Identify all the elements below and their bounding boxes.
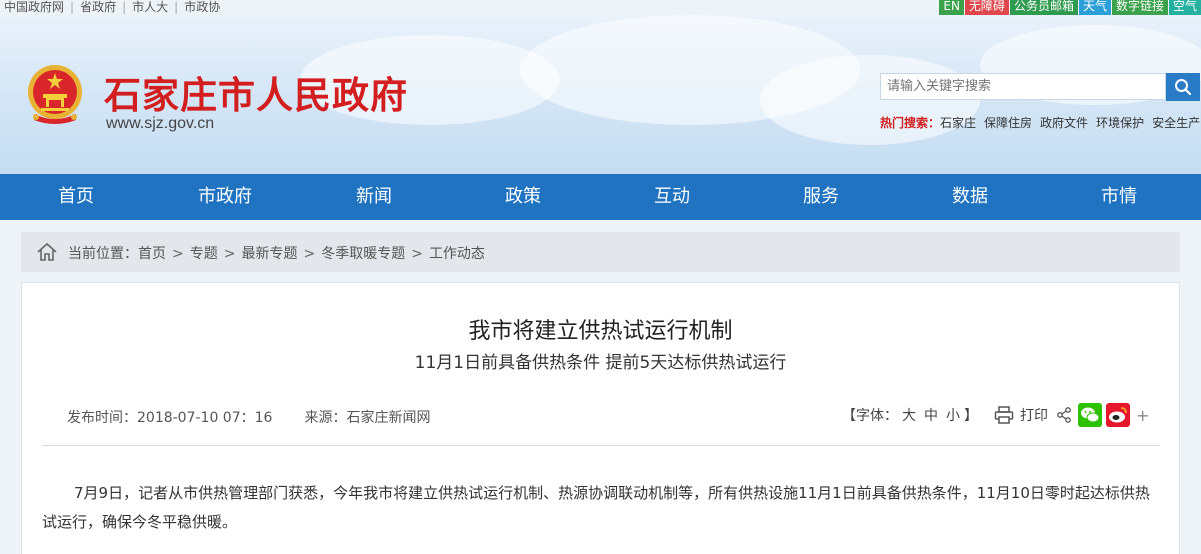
- nav-item-service[interactable]: 服务: [771, 174, 871, 220]
- search-input[interactable]: [881, 74, 1163, 99]
- nav-item-interaction[interactable]: 互动: [622, 174, 722, 220]
- hot-keyword[interactable]: 环境保护: [1096, 116, 1144, 130]
- font-size-label: 【字体：: [842, 408, 898, 424]
- quick-link-weather[interactable]: 天气: [1078, 0, 1111, 16]
- national-emblem-icon: [28, 65, 82, 124]
- breadcrumb: 当前位置：首页 > 专题 > 最新专题 > 冬季取暖专题 > 工作动态: [21, 232, 1180, 272]
- font-size-small[interactable]: 小: [946, 405, 960, 425]
- quick-link-mail[interactable]: 公务员邮箱: [1009, 0, 1078, 16]
- hot-keyword[interactable]: 政府文件: [1040, 116, 1088, 130]
- quick-link-digital[interactable]: 数字链接: [1111, 0, 1168, 16]
- weibo-icon[interactable]: [1106, 403, 1130, 427]
- article-title: 我市将建立供热试运行机制: [468, 319, 733, 344]
- source-value: 石家庄新闻网: [346, 410, 431, 426]
- hot-keyword[interactable]: 石家庄: [940, 116, 976, 130]
- hot-keyword[interactable]: 安全生产: [1152, 116, 1200, 130]
- nav-item-policy[interactable]: 政策: [473, 174, 573, 220]
- wechat-icon[interactable]: [1078, 403, 1102, 427]
- nav-item-data[interactable]: 数据: [920, 174, 1020, 220]
- top-links: 中国政府网 | 省政府 | 市人大 | 市政协: [4, 0, 221, 14]
- site-title[interactable]: 石家庄市人民政府: [104, 65, 408, 119]
- article-panel: 我市将建立供热试运行机制 11月1日前具备供热条件 提前5天达标供热试运行 发布…: [21, 282, 1180, 554]
- nav-item-home[interactable]: 首页: [26, 174, 126, 220]
- nav-item-government[interactable]: 市政府: [175, 174, 275, 220]
- quick-link-accessibility[interactable]: 无障碍: [964, 0, 1009, 16]
- site-url: www.sjz.gov.cn: [106, 115, 215, 132]
- breadcrumb-link[interactable]: 专题: [190, 246, 218, 262]
- font-size-end: 】: [964, 408, 978, 424]
- search-field-wrapper: [880, 73, 1166, 100]
- quick-link-air[interactable]: 空气: [1168, 0, 1201, 16]
- top-link-province[interactable]: 省政府: [80, 0, 116, 14]
- home-icon: [37, 242, 57, 261]
- breadcrumb-prefix: 当前位置：: [68, 246, 138, 262]
- breadcrumb-link[interactable]: 冬季取暖专题: [321, 246, 405, 262]
- hot-keyword[interactable]: 保障住房: [984, 116, 1032, 130]
- publish-time: 2018-07-10 07：16: [137, 410, 273, 426]
- divider: [42, 445, 1160, 446]
- publish-label: 发布时间：: [67, 410, 137, 426]
- top-link-cppcc[interactable]: 市政协: [184, 0, 220, 14]
- breadcrumb-trail: 当前位置：首页 > 专题 > 最新专题 > 冬季取暖专题 > 工作动态: [68, 246, 485, 262]
- print-icon[interactable]: [994, 406, 1014, 424]
- main-nav: 首页 市政府 新闻 政策 互动 服务 数据 市情: [0, 174, 1201, 220]
- print-button[interactable]: 打印: [1020, 405, 1048, 425]
- article-tools: 【字体： 大 中 小 】 打印 +: [842, 401, 1149, 429]
- font-size-large[interactable]: 大: [902, 405, 916, 425]
- breadcrumb-link[interactable]: 工作动态: [429, 246, 485, 262]
- search-icon: [1175, 79, 1192, 96]
- breadcrumb-link[interactable]: 最新专题: [241, 246, 297, 262]
- quick-link-en[interactable]: EN: [939, 0, 964, 16]
- source-label: 来源：: [304, 410, 347, 426]
- font-size-medium[interactable]: 中: [924, 405, 938, 425]
- article-meta: 发布时间：2018-07-10 07：16 来源：石家庄新闻网: [67, 407, 430, 427]
- hot-search-label: 热门搜索：: [880, 116, 941, 130]
- breadcrumb-link[interactable]: 首页: [138, 246, 166, 262]
- article-body: 7月9日，记者从市供热管理部门获悉，今年我市将建立供热试运行机制、热源协调联动机…: [42, 484, 1150, 531]
- more-share-icon[interactable]: +: [1136, 406, 1149, 425]
- top-utility-bar: 中国政府网 | 省政府 | 市人大 | 市政协 EN 无障碍 公务员邮箱 天气 数字链接 空…: [0, 0, 1201, 16]
- nav-item-news[interactable]: 新闻: [324, 174, 424, 220]
- top-link-npc[interactable]: 市人大: [132, 0, 168, 14]
- hot-search: 热门搜索：石家庄 保障住房 政府文件 环境保护 安全生产: [880, 114, 1201, 131]
- share-icon[interactable]: [1056, 407, 1072, 423]
- nav-item-city[interactable]: 市情: [1069, 174, 1169, 220]
- top-link-gov[interactable]: 中国政府网: [4, 0, 64, 14]
- article-subtitle: 11月1日前具备供热条件 提前5天达标供热试运行: [414, 353, 787, 373]
- site-header: 石家庄市人民政府 www.sjz.gov.cn 热门搜索：石家庄保障住房政府文件…: [0, 15, 1201, 174]
- search-button[interactable]: [1166, 73, 1200, 101]
